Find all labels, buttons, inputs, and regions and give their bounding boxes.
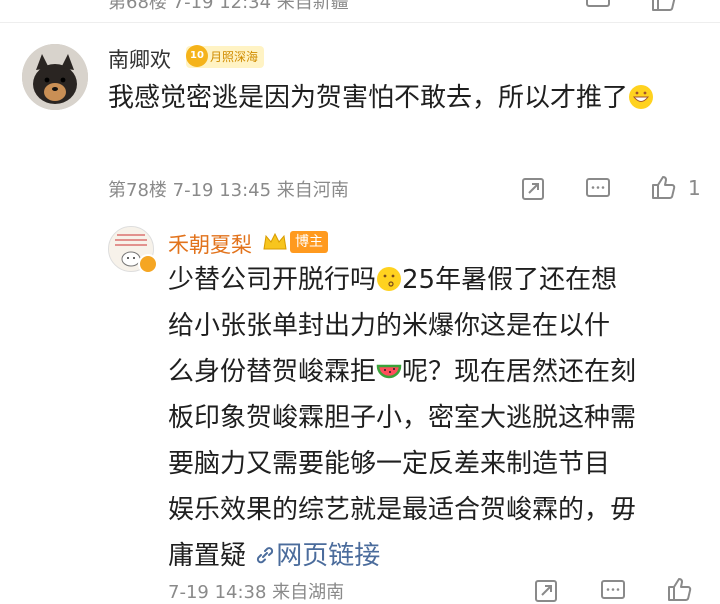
comment-icon[interactable] <box>585 0 611 12</box>
username[interactable]: 南卿欢 <box>108 44 171 74</box>
like-count: 1 <box>688 176 701 200</box>
link-icon <box>254 535 276 564</box>
comment-meta: 7-19 14:38 来自湖南 <box>168 582 345 603</box>
share-icon[interactable] <box>533 578 559 604</box>
verified-badge <box>138 254 158 274</box>
web-link[interactable]: 网页链接 <box>254 541 380 571</box>
share-icon[interactable] <box>520 176 546 202</box>
watermelon-emoji-icon <box>376 353 402 379</box>
badge-label: 月照深海 <box>210 50 259 64</box>
top-comment-meta: 第68楼 7-19 12:34 来自新疆 <box>108 0 349 13</box>
thumb-up-icon[interactable] <box>650 174 676 200</box>
avatar[interactable] <box>22 44 88 110</box>
comment-content: 我感觉密逃是因为贺害怕不敢去，所以才推了 <box>108 75 688 121</box>
author-badge: 博主 <box>290 231 328 253</box>
thinking-emoji-icon <box>376 261 402 291</box>
comment-icon[interactable] <box>600 578 626 604</box>
badge-level-number: 10 <box>186 45 208 67</box>
fan-level-badge: 10 月照深海 <box>186 45 265 68</box>
comment-content: 少替公司开脱行吗 25年暑假了还在想 给小张张单封出力的米爆你这是在以什 么身份替… <box>168 257 708 579</box>
crown-icon <box>262 229 288 251</box>
thumb-up-icon[interactable] <box>650 0 676 12</box>
divider <box>0 22 720 23</box>
grin-emoji-icon <box>628 79 654 109</box>
thumb-up-icon[interactable] <box>666 576 692 602</box>
author-username[interactable]: 禾朝夏梨 <box>168 229 252 259</box>
comment-icon[interactable] <box>585 176 611 202</box>
comment-meta: 第78楼 7-19 13:45 来自河南 <box>108 180 349 201</box>
